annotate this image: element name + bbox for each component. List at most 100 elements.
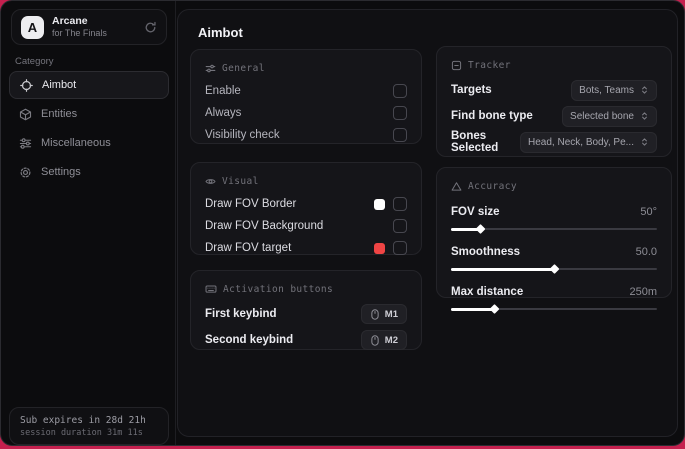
mouse-icon — [370, 334, 380, 346]
card-general: General Enable Always Visibility check — [190, 49, 422, 144]
setting-row-fov-size: FOV size 50° — [451, 202, 657, 222]
triangle-icon — [451, 181, 462, 192]
slider-thumb[interactable] — [549, 264, 560, 274]
sidebar-item-label: Settings — [41, 166, 81, 178]
app-window: A Arcane for The Finals Category Aimbot … — [0, 0, 685, 446]
setting-value: 50.0 — [635, 246, 657, 258]
subscription-info: Sub expires in 28d 21h session duration … — [9, 407, 169, 445]
crosshair-icon — [20, 78, 33, 92]
card-accuracy: Accuracy FOV size 50° Smoothness 50.0 Ma… — [436, 167, 672, 314]
select-value: Head, Neck, Body, Pe... — [528, 136, 634, 148]
setting-label: Find bone type — [451, 110, 533, 122]
always-checkbox[interactable] — [393, 106, 407, 120]
sliders-horizontal-icon — [205, 63, 216, 74]
setting-label: Draw FOV Background — [205, 220, 324, 232]
slider-fill — [451, 264, 560, 274]
sidebar-item-label: Entities — [41, 108, 78, 120]
setting-row-first-keybind: First keybind M1 — [205, 301, 407, 327]
fov-border-checkbox[interactable] — [393, 197, 407, 211]
chevrons-up-down-icon — [640, 137, 649, 147]
setting-label: Second keybind — [205, 334, 294, 346]
setting-label: Bones Selected — [451, 130, 499, 154]
visibility-check-checkbox[interactable] — [393, 128, 407, 142]
setting-label: First keybind — [205, 308, 277, 320]
card-title: Tracker — [468, 59, 511, 71]
fov-background-checkbox[interactable] — [393, 219, 407, 233]
sidebar-item-settings[interactable]: Settings — [9, 158, 169, 186]
setting-label: Enable — [205, 85, 241, 97]
app-subtitle: for The Finals — [52, 27, 107, 38]
fov-target-checkbox[interactable] — [393, 241, 407, 255]
select-value: Selected bone — [570, 110, 634, 122]
chevrons-up-down-icon — [640, 85, 649, 95]
app-header: A Arcane for The Finals — [11, 9, 167, 45]
slider-fill — [451, 224, 486, 234]
setting-label: Always — [205, 107, 242, 119]
card-title: Activation buttons — [223, 283, 334, 295]
find-bone-type-select[interactable]: Selected bone — [562, 105, 657, 127]
keyboard-icon — [205, 283, 217, 295]
sidebar-item-miscellaneous[interactable]: Miscellaneous — [9, 129, 169, 157]
enable-checkbox[interactable] — [393, 84, 407, 98]
fov-target-color-swatch[interactable] — [374, 242, 385, 254]
slider-thumb[interactable] — [489, 304, 500, 314]
keybind-value: M2 — [384, 334, 398, 346]
setting-row-bones-selected: Bones Selected Head, Neck, Body, Pe... — [451, 129, 657, 155]
second-keybind-button[interactable]: M2 — [360, 330, 407, 350]
setting-row-targets: Targets Bots, Teams — [451, 77, 657, 103]
page-title: Aimbot — [198, 25, 243, 40]
setting-value: 250m — [629, 286, 657, 298]
card-title: Visual — [222, 175, 259, 187]
targets-select[interactable]: Bots, Teams — [571, 79, 657, 101]
fov-size-slider[interactable] — [451, 224, 657, 234]
setting-row-max-distance: Max distance 250m — [451, 282, 657, 302]
category-label: Category — [15, 56, 54, 67]
sidebar-item-entities[interactable]: Entities — [9, 100, 169, 128]
setting-row-visibility-check: Visibility check — [205, 124, 407, 146]
setting-label: Max distance — [451, 286, 524, 298]
refresh-icon[interactable] — [144, 21, 157, 34]
max-distance-slider[interactable] — [451, 304, 657, 314]
setting-label: Targets — [451, 84, 492, 96]
setting-label: Draw FOV Border — [205, 198, 297, 210]
mouse-icon — [370, 308, 380, 320]
app-logo: A — [21, 15, 44, 39]
setting-row-fov-target: Draw FOV target — [205, 237, 407, 259]
card-title: Accuracy — [468, 180, 517, 192]
app-name: Arcane — [52, 14, 88, 27]
setting-value: 50° — [640, 206, 657, 218]
setting-label: Draw FOV target — [205, 242, 292, 254]
session-duration-text: session duration 31m 11s — [20, 427, 143, 438]
setting-row-fov-border: Draw FOV Border — [205, 193, 407, 215]
fov-border-color-swatch[interactable] — [374, 198, 385, 210]
bones-selected-select[interactable]: Head, Neck, Body, Pe... — [520, 131, 657, 153]
setting-row-fov-background: Draw FOV Background — [205, 215, 407, 237]
gear-icon — [19, 166, 32, 179]
tracker-frame-icon — [451, 60, 462, 71]
card-activation-buttons: Activation buttons First keybind M1 Seco… — [190, 270, 422, 350]
sidebar-item-aimbot[interactable]: Aimbot — [9, 71, 169, 99]
slider-fill — [451, 304, 500, 314]
card-tracker: Tracker Targets Bots, Teams Find bone ty… — [436, 46, 672, 157]
smoothness-slider[interactable] — [451, 264, 657, 274]
main-panel: Aimbot General Enable Always Visibility … — [177, 9, 678, 437]
cube-icon — [19, 108, 32, 121]
setting-label: Smoothness — [451, 246, 521, 258]
setting-row-smoothness: Smoothness 50.0 — [451, 242, 657, 262]
sliders-icon — [19, 137, 32, 150]
setting-row-always: Always — [205, 102, 407, 124]
setting-row-second-keybind: Second keybind M2 — [205, 327, 407, 353]
select-value: Bots, Teams — [579, 84, 634, 96]
chevrons-up-down-icon — [640, 111, 649, 121]
setting-row-enable: Enable — [205, 80, 407, 102]
slider-thumb[interactable] — [475, 224, 486, 234]
setting-label: Visibility check — [205, 129, 280, 141]
first-keybind-button[interactable]: M1 — [360, 304, 407, 324]
card-visual: Visual Draw FOV Border Draw FOV Backgrou… — [190, 162, 422, 255]
sidebar-item-label: Miscellaneous — [41, 137, 111, 149]
sidebar-nav: Aimbot Entities Miscellaneous Settings — [9, 71, 169, 186]
setting-row-find-bone-type: Find bone type Selected bone — [451, 103, 657, 129]
sub-expiry-text: Sub expires in 28d 21h — [20, 414, 146, 426]
eye-icon — [205, 176, 216, 187]
sidebar-item-label: Aimbot — [42, 79, 77, 91]
